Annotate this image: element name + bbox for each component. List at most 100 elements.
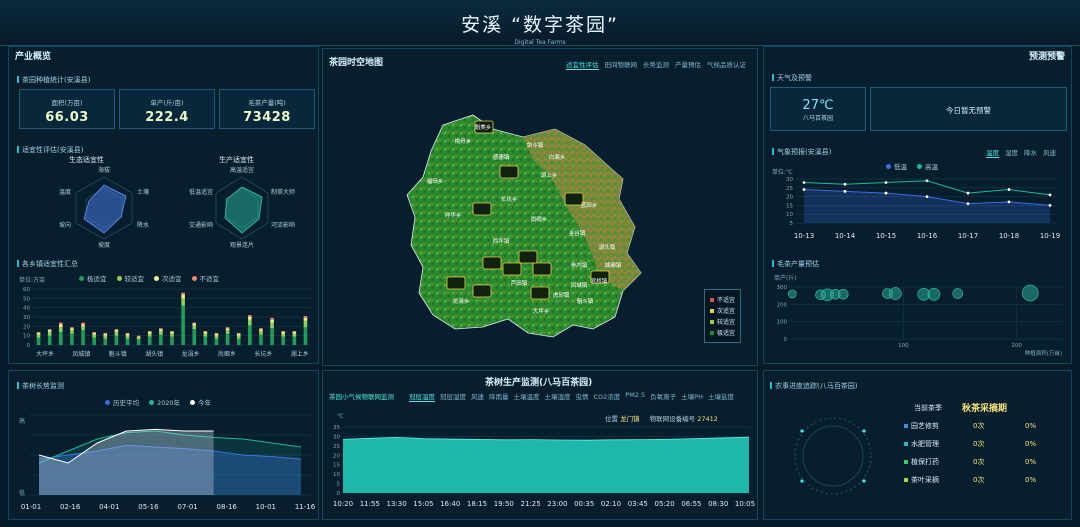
x-tick-label: 湖上乡: [291, 350, 309, 358]
y-tick-label: 30: [786, 177, 793, 183]
tab-monitor-10[interactable]: 土壤PH: [681, 391, 703, 402]
town-label: 尚卿乡: [531, 215, 548, 223]
tab-monitor-8[interactable]: PM2.5: [625, 391, 645, 402]
bar-segment: [92, 337, 96, 345]
tab-monitor-1[interactable]: 冠层湿度: [440, 391, 466, 402]
scatter-point: [787, 289, 797, 299]
bar-segment: [270, 328, 274, 345]
town-label: 城厢镇: [605, 261, 622, 269]
tab-precipitation[interactable]: 降水: [1024, 147, 1037, 158]
bar-segment: [203, 331, 208, 332]
growth-area-chart: 高低 01-01 02-16 04-01 05-16 07-01 08-16 10-01 11-…: [19, 414, 316, 511]
towns-legend: 极适宜 较适宜 次适宜 不适宜: [79, 273, 219, 283]
bar-segment: [59, 324, 63, 328]
season-label: 当前茶季: [914, 404, 942, 412]
x-tick-label: 05-16: [138, 503, 159, 511]
tab-monitor-3[interactable]: 降雨量: [489, 391, 509, 402]
bar-segment: [147, 331, 152, 334]
x-tick-label: 00:35: [574, 500, 594, 508]
map-farm-marker: [532, 262, 552, 276]
task-name: 水肥管理: [911, 440, 939, 448]
bar-segment: [81, 322, 85, 325]
bar-segment: [203, 331, 208, 334]
y-tick-label: 0: [784, 337, 788, 343]
y-tick-label: 30: [333, 434, 340, 440]
y-tick-label: 10: [333, 472, 340, 478]
y-tick-label: 0: [27, 343, 31, 349]
scatter-point: [1021, 284, 1039, 302]
bar-segment: [47, 331, 52, 336]
x-tick-label: 龙涓乡: [182, 350, 200, 358]
bar-segment: [270, 317, 274, 320]
bar-segment: [225, 328, 230, 331]
tab-humidity[interactable]: 湿度: [1005, 147, 1018, 158]
stats-title: 茶园种植统计(安溪县): [17, 75, 90, 85]
tab-monitor-11[interactable]: 土壤盐度: [708, 391, 734, 402]
bar-segment: [303, 316, 308, 318]
y-tick-label: 200: [777, 302, 788, 308]
bar-segment: [70, 333, 74, 345]
bar-segment: [36, 337, 41, 345]
page-subtitle: Digital Tea Farms: [514, 39, 566, 46]
tab-monitor-0[interactable]: 冠层温度: [409, 391, 435, 402]
tab-monitor-5[interactable]: 土壤湿度: [545, 391, 571, 402]
tab-monitor-2[interactable]: 风速: [471, 391, 484, 402]
bar-segment: [59, 322, 63, 325]
bar-segment: [181, 305, 185, 345]
y-label-high: 高: [19, 417, 25, 425]
x-tick-label: 10:20: [333, 500, 353, 508]
tab-monitor-4[interactable]: 土壤温度: [514, 391, 540, 402]
bar-segment: [225, 327, 230, 329]
x-tick-label: 19:50: [494, 500, 514, 508]
page-title: 安溪 “数字茶园”: [461, 14, 619, 36]
scatter-point: [927, 287, 941, 301]
x-tick-label: 200: [1011, 343, 1022, 349]
bar-segment: [103, 335, 108, 339]
bar-segment: [125, 333, 130, 336]
x-tick-label: 10-13: [794, 232, 814, 240]
bar-segment: [281, 333, 285, 337]
radar-axis-label: 低温适宜: [189, 188, 213, 196]
bar-segment: [47, 330, 52, 332]
alert-text: 今日暂无预警: [946, 106, 991, 115]
radar-axis-label: 交通影响: [189, 221, 213, 229]
yield-scatter-chart: 3002001000100 200种植面积(万亩): [777, 284, 1062, 357]
bar-segment: [259, 329, 263, 331]
x-tick-label: 11-16: [295, 503, 316, 511]
bar-segment: [181, 292, 185, 295]
tab-monitor-7[interactable]: CO2浓度: [594, 391, 621, 402]
bar-segment: [225, 333, 230, 345]
monitor-tabs: 冠层温度 冠层湿度 风速 降雨量 土壤温度 土壤湿度 虫情 CO2浓度 PM2.5 负氧离子 土壤P…: [409, 391, 734, 402]
bar-segment: [81, 330, 85, 345]
x-tick-label: 02:10: [601, 500, 621, 508]
stat-label: 毛茶产量(吨): [248, 99, 286, 107]
bar-segment: [236, 333, 241, 336]
eco-radar: 海拔 土壤 降水 坡度 坡向 温度: [59, 166, 149, 249]
tab-monitor-6[interactable]: 虫情: [576, 391, 589, 402]
bar-segment: [147, 336, 152, 345]
stat-label: 面积(万亩): [51, 99, 83, 107]
town-label: 虎邱镇: [553, 291, 570, 299]
tab-wind[interactable]: 风速: [1043, 147, 1056, 158]
data-point: [966, 191, 970, 195]
data-point: [1048, 193, 1052, 197]
tab-temperature[interactable]: 温度: [986, 147, 999, 158]
x-tick-label: 长坑乡: [254, 350, 272, 358]
tab-monitor-9[interactable]: 负氧离子: [650, 391, 676, 402]
x-tick-label: 02-16: [60, 503, 81, 511]
x-tick-label: 10-16: [917, 232, 938, 240]
y-tick-label: 20: [23, 324, 30, 330]
county-map[interactable]: 魁美乡 桃舟乡 剑斗镇 感德镇 白濑乡 福田乡 长坑乡 湖上乡 祥华乡 尚卿乡 …: [323, 67, 759, 367]
x-tick-label: 13:30: [387, 500, 407, 508]
farming-panel: 农事进度追踪(八马百茶园) 当前茶季 秋茶采摘期 园艺修剪 0次 0% 水肥管理…: [763, 370, 1072, 520]
legend-item: 不适宜: [191, 273, 219, 283]
y-tick-label: 10: [786, 212, 793, 218]
stat-label: 单产(斤/亩): [150, 99, 184, 107]
town-label: 芦田镇: [511, 279, 528, 287]
bar-segment: [136, 335, 141, 337]
bar-segment: [259, 334, 263, 345]
bar-segment: [36, 331, 41, 333]
towns-title: 各乡镇适宜性汇总: [17, 259, 78, 269]
farming-title: 农事进度追踪(八马百茶园): [770, 381, 857, 391]
device-value: 27412: [697, 415, 718, 423]
